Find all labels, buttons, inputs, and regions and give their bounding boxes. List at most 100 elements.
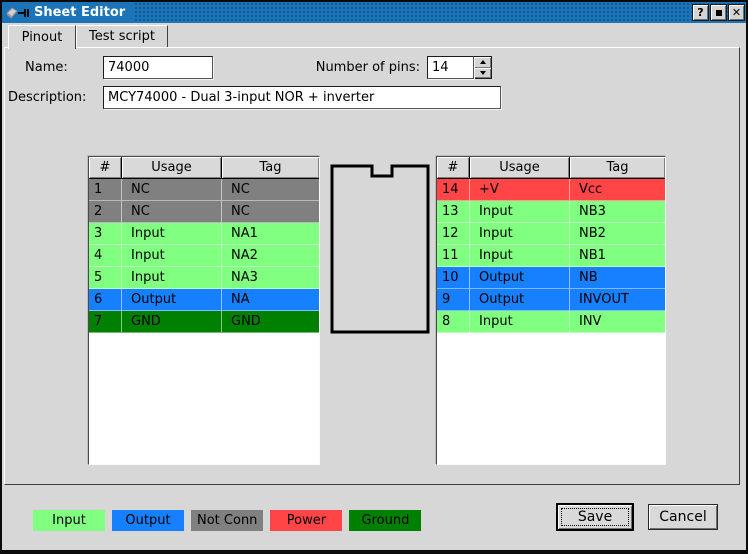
close-icon: ✕ [732,7,741,18]
pin-usage-cell: Output [122,289,222,311]
pin-row[interactable]: 3InputNA1 [89,223,319,245]
pin-tag-cell: NB2 [570,223,665,245]
pin-table-right-header: # Usage Tag [437,157,665,179]
pins-spin-buttons [474,56,492,79]
app-icon [6,6,30,20]
tab-pinout[interactable]: Pinout [8,25,76,49]
pin-row[interactable]: 8InputINV [437,311,665,333]
pin-row[interactable]: 14+VVcc [437,179,665,201]
spin-down-button[interactable] [474,68,491,79]
cancel-button[interactable]: Cancel [648,504,718,530]
pin-tag-cell: Vcc [570,179,665,201]
pin-tag-cell: INVOUT [570,289,665,311]
pin-usage-cell: Output [470,267,570,289]
pin-pin-cell: 10 [437,267,470,289]
pin-row[interactable]: 5InputNA3 [89,267,319,289]
pin-usage-cell: NC [122,179,222,201]
pin-tag-cell: INV [570,311,665,333]
pin-pin-cell: 14 [437,179,470,201]
pin-table-left: # Usage Tag 1NCNC2NCNC3InputNA14InputNA2… [88,156,320,465]
pins-spinbox [427,56,492,79]
pin-tag-cell: GND [222,311,319,333]
pin-tag-cell: NA3 [222,267,319,289]
legend-chip-output: Output [112,510,184,531]
pin-usage-cell: Input [470,201,570,223]
close-button[interactable]: ✕ [728,4,745,21]
shade-icon [716,10,722,16]
pin-table-right-body: 14+VVcc13InputNB312InputNB211InputNB110O… [437,179,665,333]
pin-row[interactable]: 6OutputNA [89,289,319,311]
legend-chip-input: Input [33,510,105,531]
pin-tag-cell: NB1 [570,245,665,267]
pin-pin-cell: 11 [437,245,470,267]
save-button[interactable]: Save [556,503,634,531]
sheet-editor-window: Sheet Editor ? ✕ Pinout Test script Name… [0,0,748,554]
description-input[interactable] [103,86,501,109]
pin-usage-cell: Input [122,245,222,267]
pin-row[interactable]: 1NCNC [89,179,319,201]
pin-usage-cell: Input [470,311,570,333]
pin-row[interactable]: 9OutputINVOUT [437,289,665,311]
legend-chip-nc: Not Conn [191,510,263,531]
pin-usage-cell: Input [122,223,222,245]
pin-usage-cell: +V [470,179,570,201]
pins-label: Number of pins: [292,60,420,75]
pin-tag-cell: NB3 [570,201,665,223]
pin-usage-cell: Input [122,267,222,289]
pin-pin-cell: 2 [89,201,122,223]
pin-pin-cell: 13 [437,201,470,223]
legend: Input Output Not Conn Power Ground [33,510,421,531]
pin-pin-cell: 12 [437,223,470,245]
column-header-number[interactable]: # [437,157,470,178]
pin-pin-cell: 8 [437,311,470,333]
name-label: Name: [25,60,68,75]
pin-usage-cell: Input [470,245,570,267]
pin-row[interactable]: 2NCNC [89,201,319,223]
pin-usage-cell: Output [470,289,570,311]
pin-pin-cell: 4 [89,245,122,267]
pin-table-right: # Usage Tag 14+VVcc13InputNB312InputNB21… [436,156,666,465]
window-title: Sheet Editor [34,5,125,20]
titlebar-label: Sheet Editor [2,2,135,23]
pin-usage-cell: NC [122,201,222,223]
pin-row[interactable]: 10OutputNB [437,267,665,289]
arrow-up-icon [480,60,486,64]
pin-tag-cell: NA2 [222,245,319,267]
pin-table-left-body: 1NCNC2NCNC3InputNA14InputNA25InputNA36Ou… [89,179,319,333]
help-button[interactable]: ? [692,4,709,21]
shade-button[interactable] [710,4,727,21]
pin-row[interactable]: 12InputNB2 [437,223,665,245]
pin-usage-cell: Input [470,223,570,245]
help-icon: ? [697,7,703,18]
pin-row[interactable]: 11InputNB1 [437,245,665,267]
pin-tag-cell: NA [222,289,319,311]
arrow-down-icon [480,71,486,75]
pin-row[interactable]: 4InputNA2 [89,245,319,267]
pin-usage-cell: GND [122,311,222,333]
titlebar[interactable]: Sheet Editor ? ✕ [2,2,746,23]
description-label: Description: [8,90,86,105]
pin-pin-cell: 3 [89,223,122,245]
pin-table-left-header: # Usage Tag [89,157,319,179]
pin-pin-cell: 9 [437,289,470,311]
column-header-tag[interactable]: Tag [570,157,665,178]
column-header-number[interactable]: # [89,157,122,178]
spin-up-button[interactable] [474,57,491,68]
pin-pin-cell: 6 [89,289,122,311]
pin-pin-cell: 5 [89,267,122,289]
pins-input[interactable] [427,56,474,79]
column-header-tag[interactable]: Tag [222,157,319,178]
legend-chip-ground: Ground [349,510,421,531]
pin-row[interactable]: 13InputNB3 [437,201,665,223]
pin-tag-cell: NA1 [222,223,319,245]
tab-test-script[interactable]: Test script [76,25,168,47]
pin-tag-cell: NC [222,201,319,223]
column-header-usage[interactable]: Usage [470,157,570,178]
pin-pin-cell: 7 [89,311,122,333]
pin-row[interactable]: 7GNDGND [89,311,319,333]
name-input[interactable] [103,56,213,79]
legend-chip-power: Power [270,510,342,531]
chip-outline [328,160,432,338]
column-header-usage[interactable]: Usage [122,157,222,178]
pin-pin-cell: 1 [89,179,122,201]
